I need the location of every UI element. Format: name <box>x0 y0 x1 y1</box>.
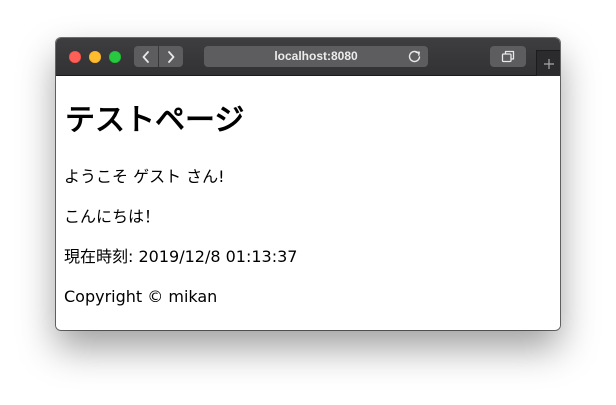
reload-icon[interactable] <box>407 49 422 64</box>
page-heading: テストページ <box>65 103 245 138</box>
minimize-window-button[interactable] <box>89 51 101 63</box>
tab-overview-button[interactable] <box>490 46 526 67</box>
address-bar[interactable]: localhost:8080 <box>204 46 428 67</box>
new-tab-button[interactable] <box>536 50 560 76</box>
current-time-text: 現在時刻: 2019/12/8 01:13:37 <box>64 247 298 266</box>
tab-overview-icon <box>501 50 515 63</box>
greeting-text: こんにちは！ <box>64 207 161 226</box>
address-text[interactable]: localhost:8080 <box>204 46 428 67</box>
forward-button[interactable] <box>159 46 183 67</box>
copyright-text: Copyright © mikan <box>64 287 218 306</box>
chevron-right-icon <box>168 50 175 63</box>
close-window-button[interactable] <box>69 51 81 63</box>
plus-icon <box>544 58 554 69</box>
browser-toolbar: localhost:8080 <box>56 38 560 76</box>
maximize-window-button[interactable] <box>109 51 121 63</box>
back-button[interactable] <box>134 46 158 67</box>
welcome-text: ようこそ ゲスト さん! <box>64 167 225 186</box>
chevron-left-icon <box>142 50 149 63</box>
